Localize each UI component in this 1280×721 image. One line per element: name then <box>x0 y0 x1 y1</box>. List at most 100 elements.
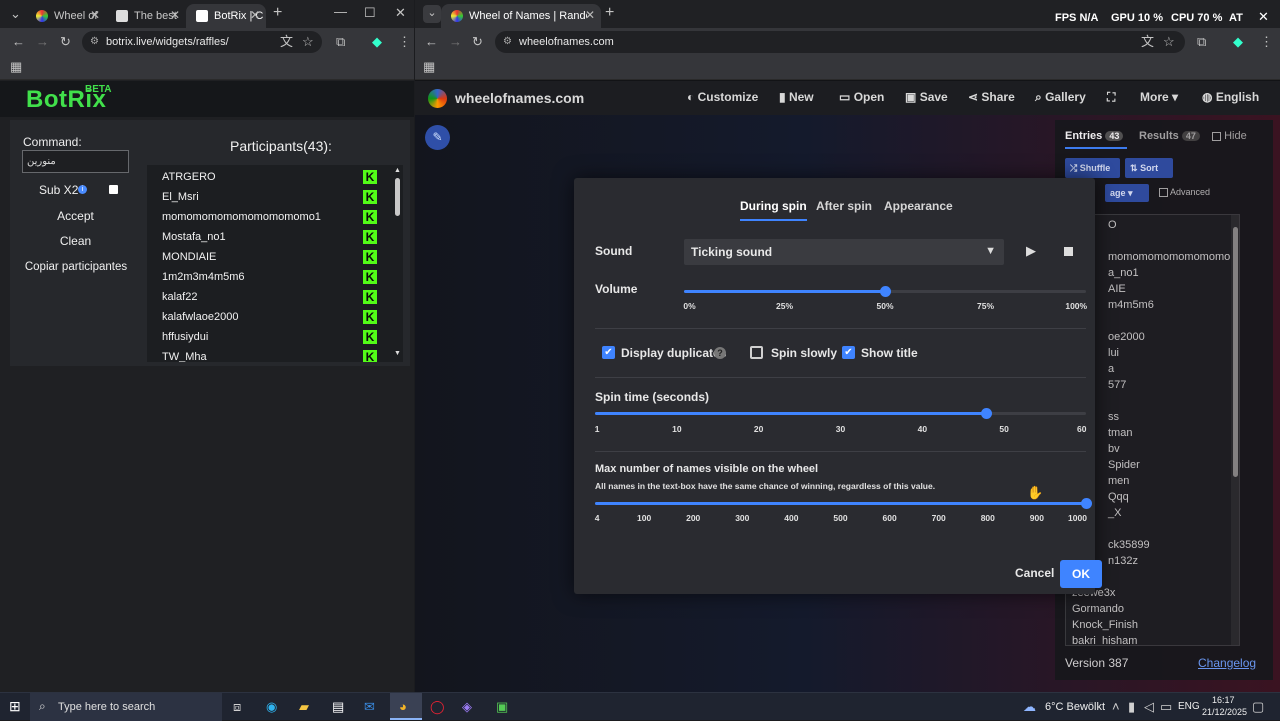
address-bar[interactable]: ⚙ wheelofnames.com <box>495 31 1185 53</box>
cancel-button[interactable]: Cancel <box>1015 566 1054 580</box>
ok-button[interactable]: OK <box>1060 560 1102 588</box>
back-icon[interactable]: ← <box>425 34 438 50</box>
hide-checkbox[interactable] <box>1212 131 1221 141</box>
menu-icon[interactable]: ⋮ <box>398 34 411 50</box>
command-input[interactable]: منورين <box>22 150 129 173</box>
stop-icon[interactable] <box>1064 247 1073 256</box>
tab-results[interactable]: Results 47 <box>1139 130 1200 142</box>
speaker-icon[interactable]: ◁ <box>1144 699 1154 715</box>
help-icon[interactable]: ? <box>714 347 726 359</box>
display-duplicates-label[interactable]: Display duplicates <box>621 346 726 360</box>
extensions-icon[interactable]: ⧉ <box>1197 34 1206 50</box>
play-icon[interactable]: ▶ <box>1026 243 1036 259</box>
forward-icon[interactable]: → <box>449 34 462 50</box>
weather-icon[interactable]: ☁ <box>1023 699 1036 715</box>
sub-x2-checkbox[interactable] <box>109 185 118 194</box>
hide-toggle[interactable]: Hide <box>1212 130 1247 142</box>
tab-wheel-of-names[interactable]: Wheel of Names | Random nam✕ <box>441 4 601 28</box>
mail-icon[interactable]: ✉ <box>364 699 375 715</box>
participants-scrollbar[interactable]: ▲ ▼ <box>392 165 403 362</box>
spin-time-slider[interactable] <box>595 408 1086 419</box>
spin-slowly-checkbox[interactable] <box>750 346 763 359</box>
scrollbar-thumb[interactable] <box>395 178 400 216</box>
edge-icon[interactable]: ◉ <box>266 699 277 715</box>
close-window-icon[interactable]: ✕ <box>1258 9 1269 25</box>
bookmark-star-icon[interactable]: ☆ <box>1163 34 1175 50</box>
tab-entries[interactable]: Entries 43 <box>1065 130 1124 142</box>
windows-start-icon[interactable]: ⊞ <box>9 698 21 714</box>
tab-the-best[interactable]: The best ✕ <box>106 4 186 28</box>
notifications-icon[interactable]: ▢ <box>1252 699 1264 715</box>
sound-select[interactable]: Ticking sound ▼ <box>684 239 1004 265</box>
apps-grid-icon[interactable]: ▦ <box>423 59 435 75</box>
tab-wheel[interactable]: Wheel of ✕ <box>26 4 106 28</box>
opera-icon[interactable]: ◯ <box>430 699 445 715</box>
customize-button[interactable]: ◐ Customize <box>687 90 758 104</box>
new-tab-icon[interactable]: + <box>605 5 614 21</box>
extension-icon[interactable]: ◆ <box>372 34 382 50</box>
tab-after-spin[interactable]: After spin <box>816 199 872 213</box>
language-indicator[interactable]: ENG <box>1178 701 1200 712</box>
more-button[interactable]: More ▾ <box>1140 90 1178 104</box>
app-icon[interactable]: ▣ <box>496 699 508 715</box>
wheel-logo-icon[interactable] <box>428 89 447 108</box>
site-info-icon[interactable]: ⚙ <box>90 31 99 53</box>
chat-app-icon[interactable]: ◈ <box>462 699 472 715</box>
translate-icon[interactable]: 文 <box>1141 34 1154 50</box>
add-image-button[interactable]: age ▾ <box>1105 184 1149 202</box>
file-explorer-icon[interactable]: ▰ <box>299 699 309 715</box>
scrollbar-thumb[interactable] <box>1233 227 1238 477</box>
bookmark-star-icon[interactable]: ☆ <box>302 34 314 50</box>
accept-button[interactable]: Accept <box>18 206 133 226</box>
clock-time[interactable]: 16:17 <box>1212 695 1235 705</box>
clean-button[interactable]: Clean <box>18 231 133 251</box>
reload-icon[interactable]: ↻ <box>60 34 71 50</box>
save-button[interactable]: ▣ Save <box>905 90 948 104</box>
close-icon[interactable]: ✕ <box>90 8 100 22</box>
extension-icon[interactable]: ◆ <box>1233 34 1243 50</box>
network-icon[interactable]: ▭ <box>1160 699 1172 715</box>
close-icon[interactable]: ✕ <box>585 8 595 22</box>
menu-icon[interactable]: ⋮ <box>1260 34 1273 50</box>
display-duplicates-checkbox[interactable]: ✔ <box>602 346 615 359</box>
max-names-thumb[interactable] <box>1081 498 1092 509</box>
scroll-down-icon[interactable]: ▼ <box>394 350 401 357</box>
advanced-checkbox[interactable] <box>1159 188 1168 198</box>
show-title-label[interactable]: Show title <box>861 346 918 360</box>
tab-during-spin[interactable]: During spin <box>740 199 807 221</box>
close-icon[interactable]: ✕ <box>250 8 260 22</box>
edit-pencil-icon[interactable]: ✎ <box>425 125 450 150</box>
extensions-icon[interactable]: ⧉ <box>336 34 345 50</box>
search-box[interactable]: ⌕ Type here to search <box>30 693 222 721</box>
entries-scrollbar[interactable] <box>1231 215 1239 645</box>
maximize-icon[interactable]: ☐ <box>364 5 376 21</box>
close-icon[interactable]: ✕ <box>170 8 180 22</box>
back-icon[interactable]: ← <box>12 34 25 50</box>
language-button[interactable]: ◍ English <box>1202 90 1259 104</box>
close-window-icon[interactable]: ✕ <box>395 5 406 21</box>
tab-search-icon[interactable]: ⌄ <box>10 6 21 22</box>
volume-slider[interactable] <box>684 286 1086 297</box>
changelog-link[interactable]: Changelog <box>1198 656 1256 670</box>
max-names-slider[interactable] <box>595 498 1092 509</box>
copy-participants-button[interactable]: Copiar participantes <box>16 257 136 277</box>
volume-thumb[interactable] <box>880 286 891 297</box>
apps-grid-icon[interactable]: ▦ <box>10 59 22 75</box>
info-icon[interactable]: i <box>78 185 87 194</box>
tab-appearance[interactable]: Appearance <box>884 199 953 213</box>
tray-chevron-icon[interactable]: ˄ <box>1112 699 1120 715</box>
tab-search-icon[interactable]: ⌄ <box>423 5 441 23</box>
new-button[interactable]: ▮ New <box>779 90 814 104</box>
share-button[interactable]: ⋖ Share <box>968 90 1015 104</box>
mic-icon[interactable]: ▮ <box>1128 699 1135 715</box>
spin-time-thumb[interactable] <box>981 408 993 419</box>
reload-icon[interactable]: ↻ <box>472 34 483 50</box>
task-view-icon[interactable]: ⧈ <box>233 699 241 715</box>
new-tab-icon[interactable]: + <box>273 5 282 21</box>
participants-list[interactable]: ATRGERO K El_Msri K momomomomomomomomomo1 K… <box>147 165 403 362</box>
clock-date[interactable]: 21/12/2025 <box>1202 707 1247 717</box>
show-title-checkbox[interactable]: ✔ <box>842 346 855 359</box>
chrome-taskbar-button[interactable]: ◕ <box>390 693 422 720</box>
advanced-toggle[interactable]: Advanced <box>1159 187 1210 198</box>
translate-icon[interactable]: 文 <box>280 34 293 50</box>
